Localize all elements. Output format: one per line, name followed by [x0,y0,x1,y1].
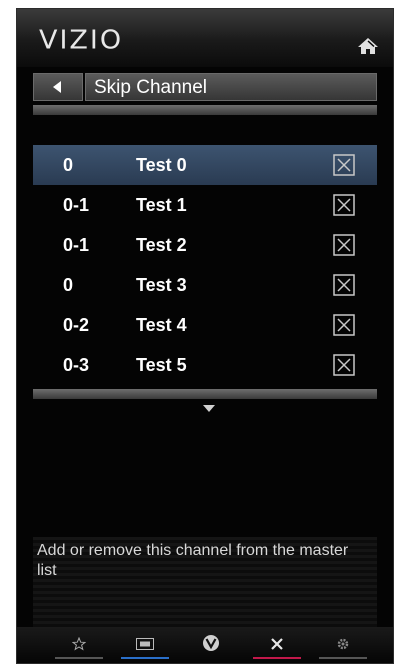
favorites-button[interactable] [51,631,107,661]
settings-button[interactable] [315,631,371,661]
back-button[interactable] [33,73,83,101]
screen-icon [136,638,154,650]
channel-row-4[interactable]: 0-2 Test 4 [33,305,377,345]
channel-number: 0-1 [63,235,90,255]
close-icon [271,638,283,650]
title-bar: Skip Channel [33,73,377,101]
gear-icon [337,638,349,650]
channel-number: 0 [63,275,74,295]
channel-number: 0 [63,155,74,175]
list-top-divider [33,105,377,115]
checkbox-checked-icon[interactable] [333,234,355,256]
channel-name: Test 3 [136,275,187,295]
back-arrow-icon [53,81,61,93]
channel-row-1[interactable]: 0-1 Test 1 [33,185,377,225]
page-title: Skip Channel [94,77,208,98]
checkbox-checked-icon[interactable] [333,354,355,376]
checkbox-checked-icon[interactable] [333,154,355,176]
checkbox-checked-icon[interactable] [333,194,355,216]
channel-name: Test 5 [136,355,187,375]
channel-row-5[interactable]: 0-3 Test 5 [33,345,377,385]
channel-name: Test 2 [136,235,187,255]
channel-row-3[interactable]: 0 Test 3 [33,265,377,305]
channel-row-2[interactable]: 0-1 Test 2 [33,225,377,265]
channel-name: Test 1 [136,195,187,215]
tv-menu-panel: VIZIO Skip Channel 0 Test 0 0-1 Test 1 0 [16,8,394,664]
chevron-down-icon[interactable] [203,405,215,413]
help-area: Add or remove this channel from the mast… [33,537,377,627]
title-box: Skip Channel [85,73,377,101]
checkbox-checked-icon[interactable] [333,314,355,336]
channel-number: 0-3 [63,355,90,375]
channel-number: 0-2 [63,315,90,335]
exit-underline [253,657,301,659]
vizio-v-icon [203,635,219,651]
footer-bar [17,627,393,663]
channel-list: 0 Test 0 0-1 Test 1 0-1 Test 2 0 Test 3 … [33,145,377,385]
list-bottom-divider [33,389,377,399]
vizio-button[interactable] [183,631,239,661]
channel-name: Test 4 [136,315,187,335]
help-text: Add or remove this channel from the mast… [37,542,349,579]
input-button[interactable] [117,631,173,661]
checkbox-checked-icon[interactable] [333,274,355,296]
vizio-logo: VIZIO [39,25,124,56]
settings-underline [319,657,367,659]
home-icon[interactable] [357,37,379,55]
star-icon [72,637,86,651]
input-underline [121,657,169,659]
header: VIZIO [17,9,393,67]
channel-name: Test 0 [136,155,187,175]
favorites-underline [55,657,103,659]
exit-button[interactable] [249,631,305,661]
channel-row-0[interactable]: 0 Test 0 [33,145,377,185]
channel-number: 0-1 [63,195,90,215]
